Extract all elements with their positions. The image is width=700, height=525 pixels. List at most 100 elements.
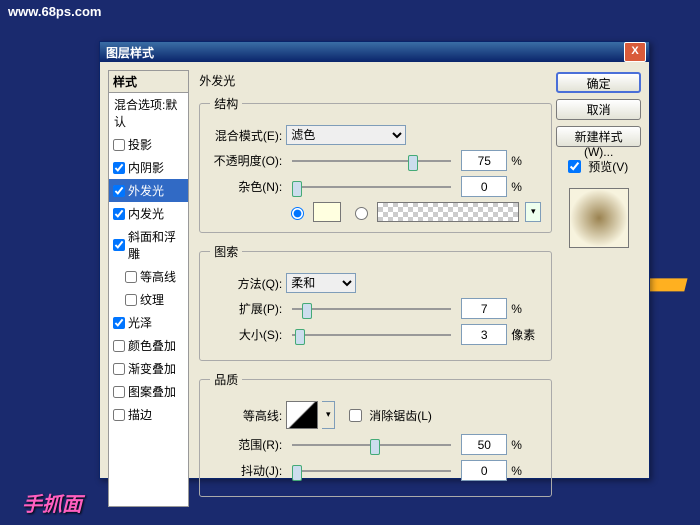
- opacity-unit: %: [511, 154, 541, 168]
- technique-select[interactable]: 柔和: [286, 273, 356, 293]
- settings-column: 外发光 结构 混合模式(E): 滤色 不透明度(O): % 杂色(N):: [195, 70, 556, 507]
- blend-mode-label: 混合模式(E):: [210, 127, 282, 144]
- color-radio-gradient[interactable]: [355, 207, 368, 220]
- style-item[interactable]: 投影: [109, 133, 188, 156]
- style-item-label: 混合选项:默认: [114, 96, 184, 130]
- style-item-label: 等高线: [140, 268, 176, 285]
- jitter-unit: %: [511, 464, 541, 478]
- jitter-input[interactable]: [461, 460, 507, 481]
- opacity-label: 不透明度(O):: [210, 152, 282, 169]
- style-item-checkbox[interactable]: [113, 239, 125, 251]
- style-item-checkbox[interactable]: [113, 162, 125, 174]
- noise-label: 杂色(N):: [210, 178, 282, 195]
- opacity-input[interactable]: [461, 150, 507, 171]
- styles-list: 混合选项:默认投影内阴影外发光内发光斜面和浮雕等高线纹理光泽颜色叠加渐变叠加图案…: [108, 93, 189, 507]
- range-label: 范围(R):: [210, 436, 282, 453]
- style-item-label: 颜色叠加: [128, 337, 176, 354]
- style-item-checkbox[interactable]: [113, 409, 125, 421]
- structure-legend: 结构: [210, 95, 242, 112]
- style-item-checkbox[interactable]: [113, 208, 125, 220]
- range-unit: %: [511, 438, 541, 452]
- style-item-label: 纹理: [140, 291, 164, 308]
- style-item-checkbox[interactable]: [113, 317, 125, 329]
- style-item-label: 外发光: [128, 182, 164, 199]
- elements-legend: 图索: [210, 243, 242, 260]
- style-item-checkbox[interactable]: [113, 139, 125, 151]
- quality-legend: 品质: [210, 371, 242, 388]
- dialog-body: 样式 混合选项:默认投影内阴影外发光内发光斜面和浮雕等高线纹理光泽颜色叠加渐变叠…: [100, 62, 649, 515]
- jitter-label: 抖动(J):: [210, 462, 282, 479]
- style-item-checkbox[interactable]: [113, 363, 125, 375]
- size-slider[interactable]: [292, 326, 451, 344]
- preview-label: 预览(V): [588, 158, 628, 175]
- style-item-label: 斜面和浮雕: [128, 228, 184, 262]
- range-input[interactable]: [461, 434, 507, 455]
- structure-group: 结构 混合模式(E): 滤色 不透明度(O): % 杂色(N): %: [199, 95, 552, 233]
- style-item-label: 内发光: [128, 205, 164, 222]
- contour-dropdown-icon[interactable]: ▾: [322, 401, 335, 429]
- style-item-label: 渐变叠加: [128, 360, 176, 377]
- style-item[interactable]: 内发光: [109, 202, 188, 225]
- preview-checkbox[interactable]: [568, 160, 581, 173]
- blend-mode-select[interactable]: 滤色: [286, 125, 406, 145]
- style-item[interactable]: 颜色叠加: [109, 334, 188, 357]
- anti-alias-checkbox[interactable]: [349, 409, 362, 422]
- cancel-button[interactable]: 取消: [556, 99, 641, 120]
- style-item[interactable]: 描边: [109, 403, 188, 426]
- close-icon[interactable]: X: [624, 42, 646, 62]
- color-swatch[interactable]: [313, 202, 341, 222]
- ok-button[interactable]: 确定: [556, 72, 641, 93]
- styles-column: 样式 混合选项:默认投影内阴影外发光内发光斜面和浮雕等高线纹理光泽颜色叠加渐变叠…: [108, 70, 189, 507]
- preview-thumbnail: [569, 188, 629, 248]
- style-item-label: 内阴影: [128, 159, 164, 176]
- style-item[interactable]: 光泽: [109, 311, 188, 334]
- style-item-label: 光泽: [128, 314, 152, 331]
- style-item-label: 图案叠加: [128, 383, 176, 400]
- jitter-slider[interactable]: [292, 462, 451, 480]
- bottom-watermark: 手抓面: [22, 488, 82, 517]
- spread-input[interactable]: [461, 298, 507, 319]
- style-item-checkbox[interactable]: [125, 294, 137, 306]
- elements-group: 图索 方法(Q): 柔和 扩展(P): % 大小(S): 像素: [199, 243, 552, 361]
- style-item-label: 描边: [128, 406, 152, 423]
- new-style-button[interactable]: 新建样式(W)...: [556, 126, 641, 147]
- style-item[interactable]: 混合选项:默认: [109, 93, 188, 133]
- style-item[interactable]: 内阴影: [109, 156, 188, 179]
- anti-alias-label: 消除锯齿(L): [369, 407, 432, 424]
- size-unit: 像素: [511, 326, 541, 343]
- technique-label: 方法(Q):: [210, 275, 282, 292]
- style-item[interactable]: 外发光: [109, 179, 188, 202]
- style-item[interactable]: 图案叠加: [109, 380, 188, 403]
- style-item[interactable]: 斜面和浮雕: [109, 225, 188, 265]
- noise-unit: %: [511, 180, 541, 194]
- gradient-preview[interactable]: [377, 202, 519, 222]
- style-item-checkbox[interactable]: [125, 271, 137, 283]
- style-item-checkbox[interactable]: [113, 185, 125, 197]
- styles-header: 样式: [108, 70, 189, 93]
- style-item-checkbox[interactable]: [113, 386, 125, 398]
- style-item[interactable]: 渐变叠加: [109, 357, 188, 380]
- style-item[interactable]: 等高线: [109, 265, 188, 288]
- quality-group: 品质 等高线: ▾ 消除锯齿(L) 范围(R): % 抖动(J):: [199, 371, 552, 497]
- section-title: 外发光: [199, 72, 552, 89]
- spread-label: 扩展(P):: [210, 300, 282, 317]
- color-radio-solid[interactable]: [291, 207, 304, 220]
- style-item-label: 投影: [128, 136, 152, 153]
- url-watermark: www.68ps.com: [8, 4, 101, 19]
- style-item-checkbox[interactable]: [113, 340, 125, 352]
- contour-preview[interactable]: [286, 401, 318, 429]
- layer-style-dialog: 图层样式 X 样式 混合选项:默认投影内阴影外发光内发光斜面和浮雕等高线纹理光泽…: [99, 41, 650, 479]
- style-item[interactable]: 纹理: [109, 288, 188, 311]
- titlebar[interactable]: 图层样式 X: [100, 42, 649, 62]
- contour-label: 等高线:: [210, 407, 282, 424]
- spread-unit: %: [511, 302, 541, 316]
- range-slider[interactable]: [292, 436, 451, 454]
- size-input[interactable]: [461, 324, 507, 345]
- spread-slider[interactable]: [292, 300, 451, 318]
- noise-slider[interactable]: [292, 178, 451, 196]
- dialog-title: 图层样式: [106, 44, 624, 61]
- opacity-slider[interactable]: [292, 152, 451, 170]
- gradient-dropdown-icon[interactable]: ▾: [525, 202, 541, 222]
- noise-input[interactable]: [461, 176, 507, 197]
- size-label: 大小(S):: [210, 326, 282, 343]
